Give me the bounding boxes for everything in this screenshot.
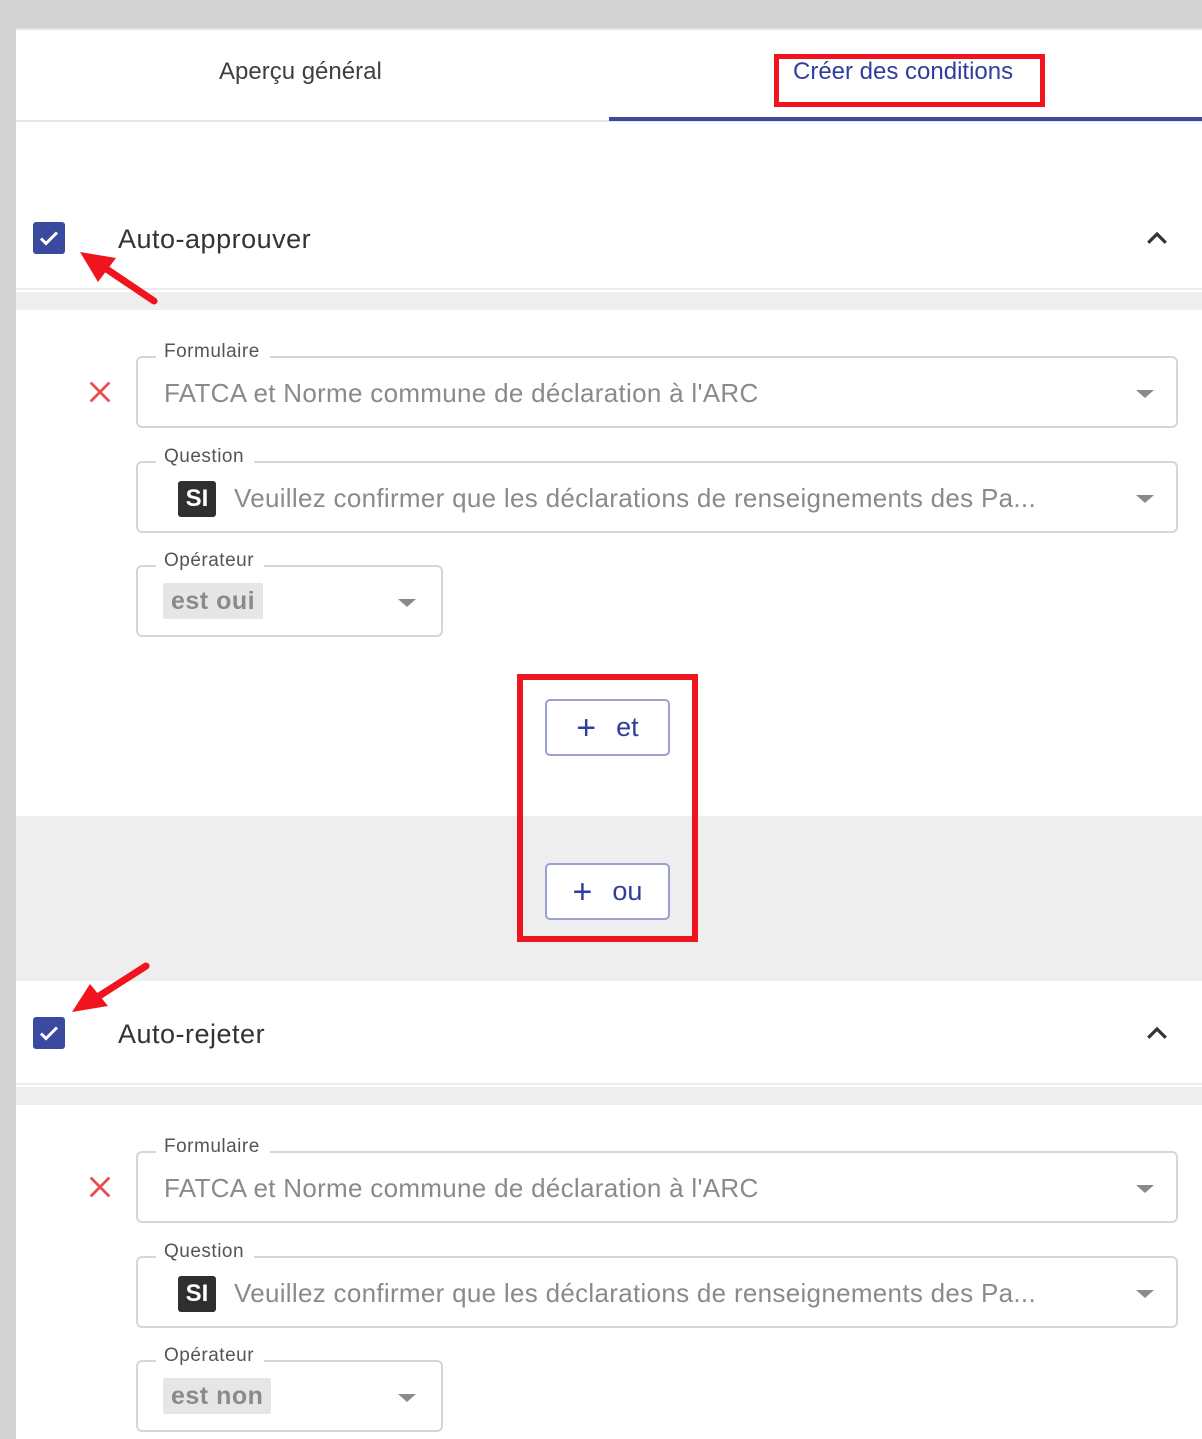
form-label: Formulaire [156, 1136, 270, 1158]
tab-bar: Aperçu général Créer des conditions [16, 28, 1202, 122]
form-select[interactable]: Formulaire FATCA et Norme commune de déc… [136, 341, 1178, 428]
form-value: FATCA et Norme commune de déclaration à … [164, 1173, 759, 1203]
caret-down-icon [1136, 495, 1154, 503]
caret-down-icon [1136, 1185, 1154, 1193]
annotation-arrow-icon [80, 252, 158, 305]
form-value: FATCA et Norme commune de déclaration à … [164, 378, 759, 408]
section-divider [16, 1087, 1202, 1105]
auto-approve-checkbox[interactable] [33, 222, 65, 254]
operator-value: est oui [163, 583, 264, 619]
close-icon[interactable] [86, 1173, 114, 1201]
question-value: Veuillez confirmer que les déclarations … [234, 1278, 1036, 1308]
caret-down-icon [1136, 1290, 1154, 1298]
condition-group-auto-reject: Formulaire FATCA et Norme commune de déc… [16, 1105, 1202, 1439]
annotation-highlight-buttons [517, 674, 698, 942]
section-divider [16, 292, 1202, 310]
question-label: Question [156, 446, 255, 468]
chevron-up-icon[interactable] [1142, 1019, 1172, 1049]
annotation-arrow-icon [72, 962, 150, 1012]
caret-down-icon [398, 599, 416, 607]
check-icon [39, 231, 59, 246]
operator-select[interactable]: Opérateur est non [136, 1345, 443, 1432]
section-header-auto-reject: Auto-rejeter [16, 981, 1202, 1085]
check-icon [39, 1026, 59, 1041]
form-select[interactable]: Formulaire FATCA et Norme commune de déc… [136, 1136, 1178, 1223]
question-type-badge: SI [178, 481, 216, 517]
question-value: Veuillez confirmer que les déclarations … [234, 483, 1036, 513]
conditions-panel: Aperçu général Créer des conditions Auto… [16, 28, 1202, 1439]
operator-value: est non [163, 1378, 272, 1414]
tab-overview[interactable]: Aperçu général [219, 58, 382, 86]
operator-label: Opérateur [156, 550, 265, 572]
caret-down-icon [1136, 390, 1154, 398]
caret-down-icon [398, 1394, 416, 1402]
question-type-badge: SI [178, 1276, 216, 1312]
operator-label: Opérateur [156, 1345, 265, 1367]
question-select[interactable]: Question SI Veuillez confirmer que les d… [136, 1241, 1178, 1328]
question-select[interactable]: Question SI Veuillez confirmer que les d… [136, 446, 1178, 533]
section-title-auto-reject: Auto-rejeter [118, 1019, 266, 1049]
operator-select[interactable]: Opérateur est oui [136, 550, 443, 637]
active-tab-indicator [609, 117, 1202, 121]
section-header-auto-approve: Auto-approuver [16, 186, 1202, 290]
question-label: Question [156, 1241, 255, 1263]
auto-reject-checkbox[interactable] [33, 1017, 65, 1049]
close-icon[interactable] [86, 378, 114, 406]
chevron-up-icon[interactable] [1142, 224, 1172, 254]
form-label: Formulaire [156, 341, 270, 363]
annotation-highlight-tab [774, 54, 1045, 107]
